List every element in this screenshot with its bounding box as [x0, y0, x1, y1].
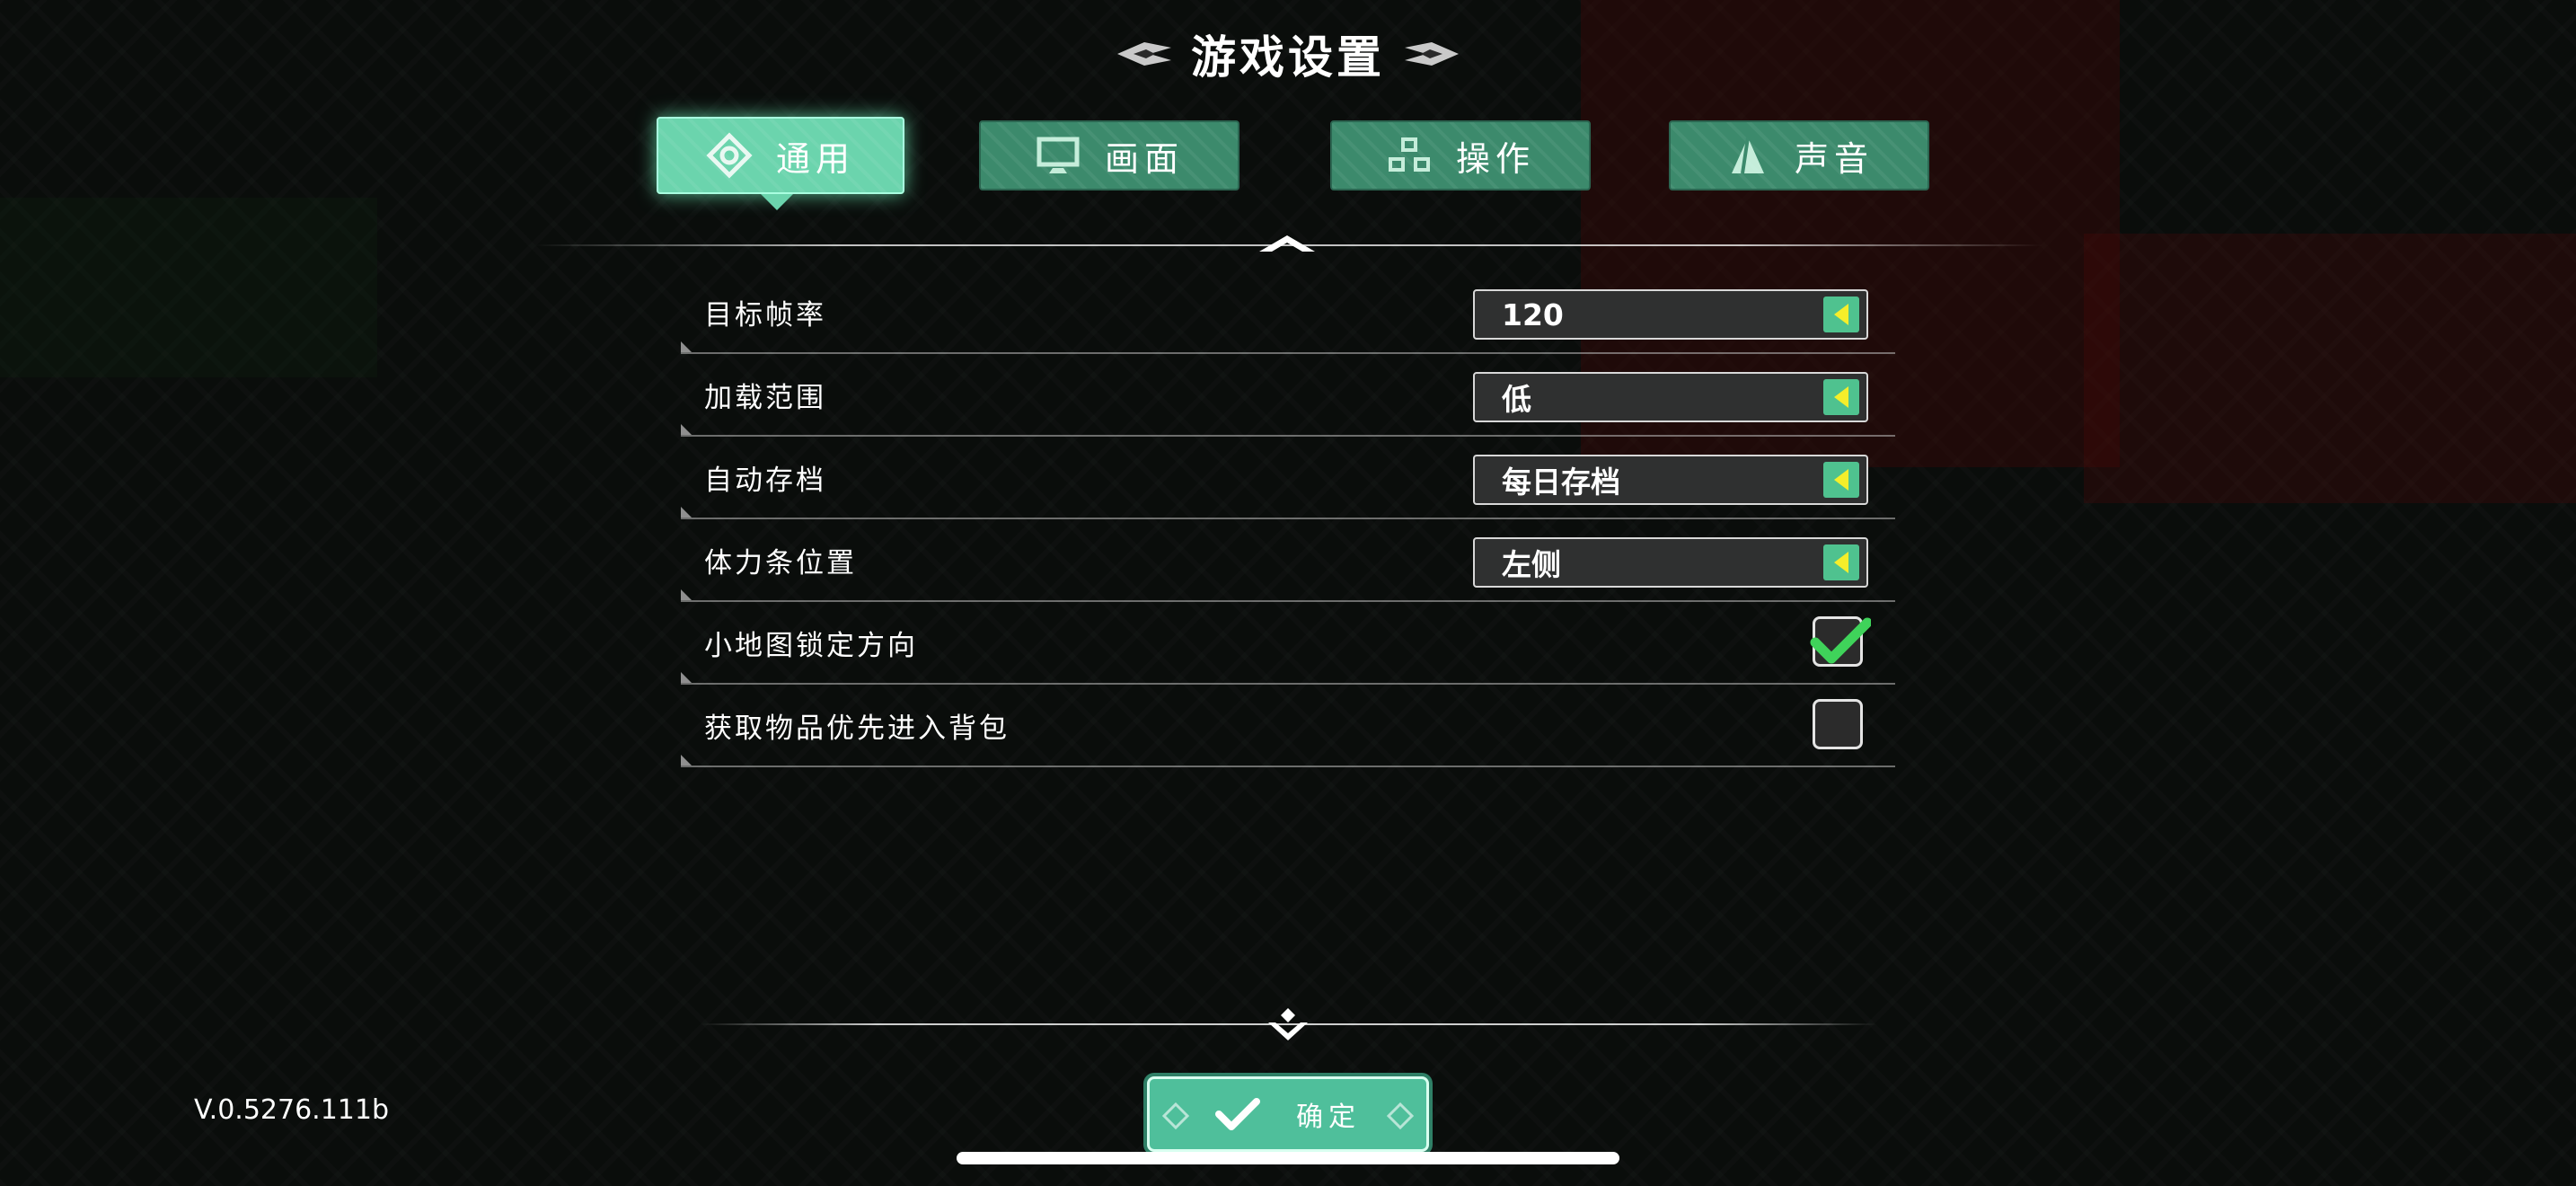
version-label: V.0.5276.111b [194, 1094, 390, 1126]
tab-controls-label: 操作 [1455, 138, 1535, 179]
select-arrow-icon[interactable] [1823, 544, 1859, 580]
title-right-ornament-icon [1405, 42, 1459, 66]
confirm-label: 确定 [1296, 1102, 1361, 1133]
tab-general-label: 通用 [775, 138, 855, 179]
page-title: 游戏设置 [1191, 31, 1385, 84]
select-value: 120 [1502, 296, 1564, 332]
controls-icon [1388, 137, 1430, 172]
setting-label: 体力条位置 [704, 546, 857, 580]
tab-display-label: 画面 [1104, 138, 1184, 179]
minimap-lock-checkbox[interactable] [1810, 616, 1871, 667]
tab-general[interactable]: 通用 [657, 117, 904, 194]
load-range-select[interactable]: 低 [1473, 372, 1868, 422]
confirm-left-ornament-icon [1162, 1102, 1189, 1129]
row-corner-ornament [681, 507, 692, 518]
title-left-ornament-icon [1117, 42, 1171, 66]
checkmark-icon [1810, 617, 1871, 664]
check-icon [1215, 1098, 1260, 1130]
confirm-right-ornament-icon [1387, 1102, 1414, 1129]
row-corner-ornament [681, 424, 692, 435]
select-arrow-icon[interactable] [1823, 462, 1859, 498]
row-corner-ornament [681, 589, 692, 600]
row-corner-ornament [681, 341, 692, 352]
select-arrow-icon[interactable] [1823, 296, 1859, 332]
select-value: 每日存档 [1502, 465, 1620, 500]
title-bar: 游戏设置 [1108, 18, 1468, 90]
tab-controls[interactable]: 操作 [1330, 120, 1591, 190]
home-indicator[interactable] [957, 1152, 1619, 1164]
general-icon [706, 132, 753, 179]
stamina-bar-position-select[interactable]: 左侧 [1473, 537, 1868, 588]
setting-row-autosave: 自动存档 每日存档 [681, 437, 1895, 519]
setting-row-minimap-lock: 小地图锁定方向 [681, 602, 1895, 685]
top-divider-ornament-icon [1259, 235, 1315, 252]
row-corner-ornament [681, 672, 692, 683]
tab-sound[interactable]: 声音 [1669, 120, 1929, 190]
select-value: 低 [1502, 382, 1531, 417]
tab-sound-label: 声音 [1794, 138, 1874, 179]
tab-display[interactable]: 画面 [979, 120, 1239, 190]
autosave-select[interactable]: 每日存档 [1473, 455, 1868, 505]
setting-row-target-fps: 目标帧率 120 [681, 271, 1895, 354]
confirm-button[interactable]: 确定 [1147, 1076, 1429, 1152]
select-arrow-icon[interactable] [1823, 379, 1859, 415]
setting-row-load-range: 加载范围 低 [681, 354, 1895, 437]
select-value: 左侧 [1502, 547, 1561, 582]
setting-label: 小地图锁定方向 [704, 629, 918, 662]
setting-label: 获取物品优先进入背包 [704, 712, 1010, 745]
row-corner-ornament [681, 755, 692, 766]
row-divider [681, 766, 1895, 767]
items-to-backpack-checkbox[interactable] [1813, 699, 1863, 749]
display-icon [1037, 137, 1080, 173]
active-tab-pointer [761, 194, 793, 210]
setting-label: 自动存档 [704, 464, 826, 497]
target-fps-select[interactable]: 120 [1473, 289, 1868, 340]
setting-row-items-to-backpack: 获取物品优先进入背包 [681, 685, 1895, 767]
setting-label: 目标帧率 [704, 298, 826, 332]
sound-icon [1731, 137, 1764, 174]
setting-label: 加载范围 [704, 381, 826, 414]
setting-row-stamina-bar-position: 体力条位置 左侧 [681, 519, 1895, 602]
bottom-divider-ornament-icon [1268, 1008, 1308, 1040]
